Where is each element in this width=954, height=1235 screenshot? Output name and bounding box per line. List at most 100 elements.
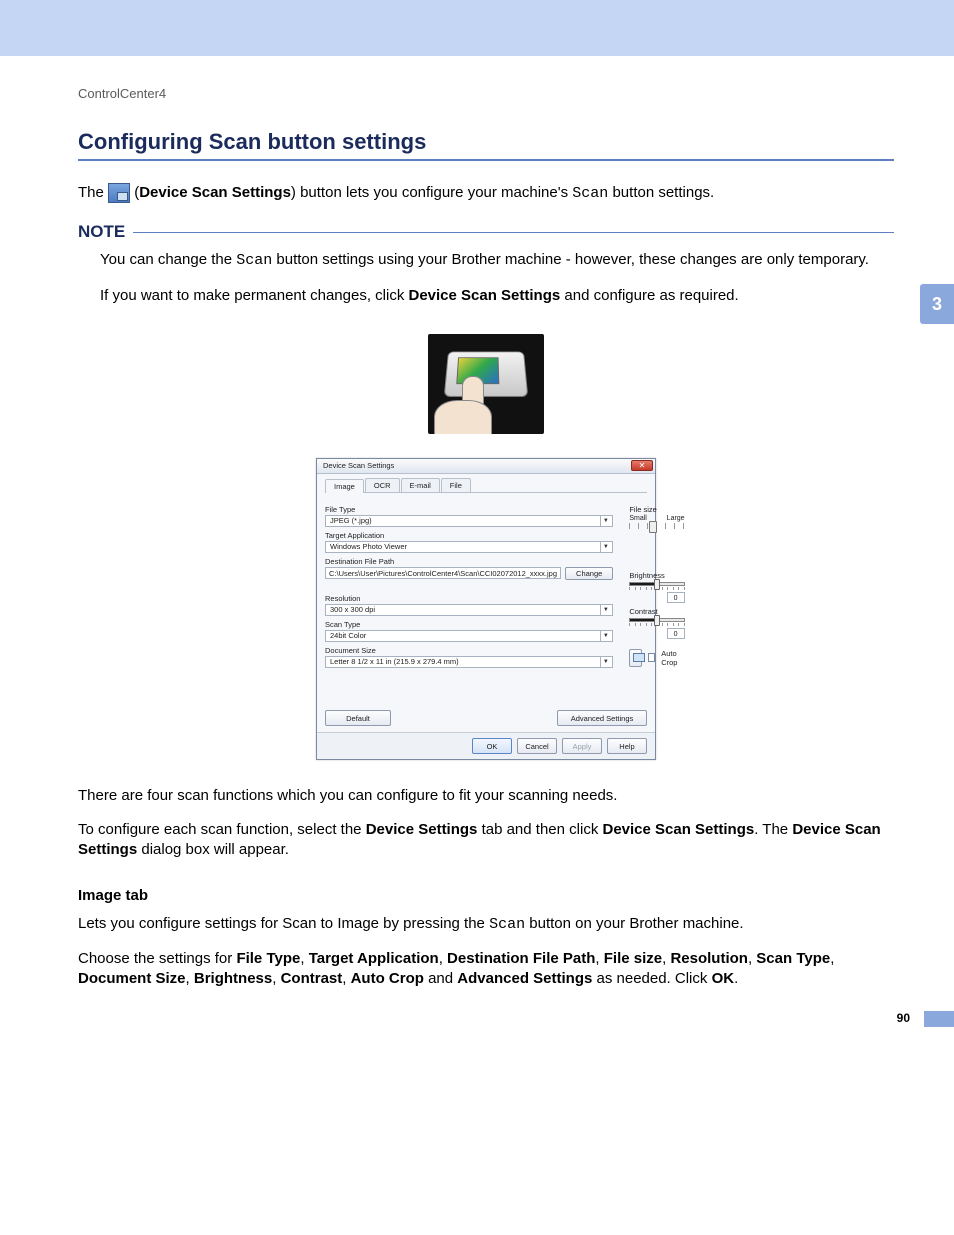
text: . The [754,821,792,838]
change-button[interactable]: Change [565,567,613,580]
dialog-footer: OK Cancel Apply Help [317,732,655,759]
bold-text: Document Size [78,970,186,987]
text: tab and then click [477,821,602,838]
size-large-label: Large [667,515,685,522]
note-rule [133,232,894,233]
dialog-screenshot: Device Scan Settings ✕ Image OCR E-mail … [78,458,894,760]
file-type-combo[interactable]: JPEG (*.jpg) [325,515,613,527]
page-content: ControlCenter4 3 Configuring Scan button… [0,56,954,1043]
text: button on your Brother machine. [525,915,743,932]
page-number: 90 [897,1011,910,1025]
target-app-label: Target Application [325,531,613,540]
help-button[interactable]: Help [607,738,647,754]
bold-text: Device Scan Settings [409,287,561,304]
finger-press-icon [434,372,492,434]
auto-crop-label: Auto Crop [661,649,684,667]
advanced-settings-button[interactable]: Advanced Settings [557,710,647,726]
dialog-title: Device Scan Settings [323,461,394,470]
combo-value: Windows Photo Viewer [330,542,407,551]
text: button settings using your Brother machi… [272,251,869,268]
combo-value: 300 x 300 dpi [330,605,375,614]
document-size-label: Document Size [325,646,613,655]
resolution-label: Resolution [325,594,613,603]
text: button settings. [608,184,714,201]
dialog-titlebar: Device Scan Settings ✕ [317,459,655,474]
note-heading: NOTE [78,222,125,242]
file-size-label: File size [629,505,684,514]
bold-text: Advanced Settings [457,970,592,987]
tab-email[interactable]: E-mail [401,478,440,492]
text: ) button lets you configure your machine… [291,184,572,201]
breadcrumb: ControlCenter4 [78,86,894,101]
combo-value: Letter 8 1/2 x 11 in (215.9 x 279.4 mm) [330,657,459,666]
auto-crop-checkbox[interactable] [648,653,655,662]
scan-button-illustration [428,334,544,434]
default-button[interactable]: Default [325,710,391,726]
file-type-label: File Type [325,505,613,514]
scan-type-combo[interactable]: 24bit Color [325,630,613,642]
text: If you want to make permanent changes, c… [100,287,409,304]
note-p1: You can change the Scan button settings … [100,250,894,271]
code-text: Scan [489,916,525,933]
contrast-slider[interactable] [629,618,684,622]
close-icon[interactable]: ✕ [631,460,653,471]
destination-path-label: Destination File Path [325,557,613,566]
document-size-combo[interactable]: Letter 8 1/2 x 11 in (215.9 x 279.4 mm) [325,656,613,668]
device-scan-settings-dialog: Device Scan Settings ✕ Image OCR E-mail … [316,458,656,760]
paragraph: Choose the settings for File Type, Targe… [78,949,894,990]
brightness-value[interactable]: 0 [667,592,685,603]
device-scan-settings-icon [108,183,130,203]
target-app-combo[interactable]: Windows Photo Viewer [325,541,613,553]
chevron-down-icon[interactable] [600,605,610,615]
bold-text: Target Application [309,950,439,967]
chevron-down-icon[interactable] [600,631,610,641]
bold-text: OK [712,970,735,987]
scan-type-label: Scan Type [325,620,613,629]
tab-file[interactable]: File [441,478,471,492]
file-size-slider[interactable] [629,523,684,529]
text: Lets you configure settings for Scan to … [78,915,489,932]
cancel-button[interactable]: Cancel [517,738,557,754]
brightness-slider[interactable] [629,582,684,586]
text: The [78,184,108,201]
bold-text: Device Scan Settings [139,184,291,201]
bold-text: Resolution [670,950,748,967]
ok-button[interactable]: OK [472,738,512,754]
chevron-down-icon[interactable] [600,516,610,526]
chapter-tab: 3 [920,284,954,324]
size-small-label: Small [629,515,647,522]
chevron-down-icon[interactable] [600,542,610,552]
text: and configure as required. [560,287,738,304]
text: To configure each scan function, select … [78,821,366,838]
id-card-scan-button[interactable] [629,649,642,667]
text: You can change the [100,251,236,268]
combo-value: 24bit Color [330,631,366,640]
combo-value: JPEG (*.jpg) [330,516,372,525]
paragraph: To configure each scan function, select … [78,820,894,861]
contrast-value[interactable]: 0 [667,628,685,639]
code-text: Scan [236,252,272,269]
dialog-tabs: Image OCR E-mail File [325,478,647,493]
apply-button[interactable]: Apply [562,738,602,754]
bold-text: Brightness [194,970,272,987]
note-heading-row: NOTE [78,222,894,242]
bold-text: Device Settings [366,821,478,838]
page-number-accent [924,1011,954,1027]
bold-text: File size [604,950,662,967]
text: dialog box will appear. [137,841,289,858]
bold-text: Device Scan Settings [602,821,754,838]
bold-text: Auto Crop [351,970,424,987]
title-rule [78,159,894,161]
paragraph: There are four scan functions which you … [78,786,894,806]
page-title: Configuring Scan button settings [78,129,894,155]
bold-text: Destination File Path [447,950,595,967]
resolution-combo[interactable]: 300 x 300 dpi [325,604,613,616]
note-p2: If you want to make permanent changes, c… [100,286,894,306]
text: as needed. Click [592,970,711,987]
tab-ocr[interactable]: OCR [365,478,400,492]
destination-path-field[interactable]: C:\Users\User\Pictures\ControlCenter4\Sc… [325,567,561,579]
text: . [734,970,738,987]
tab-image[interactable]: Image [325,479,364,493]
chevron-down-icon[interactable] [600,657,610,667]
bold-text: Scan Type [756,950,830,967]
